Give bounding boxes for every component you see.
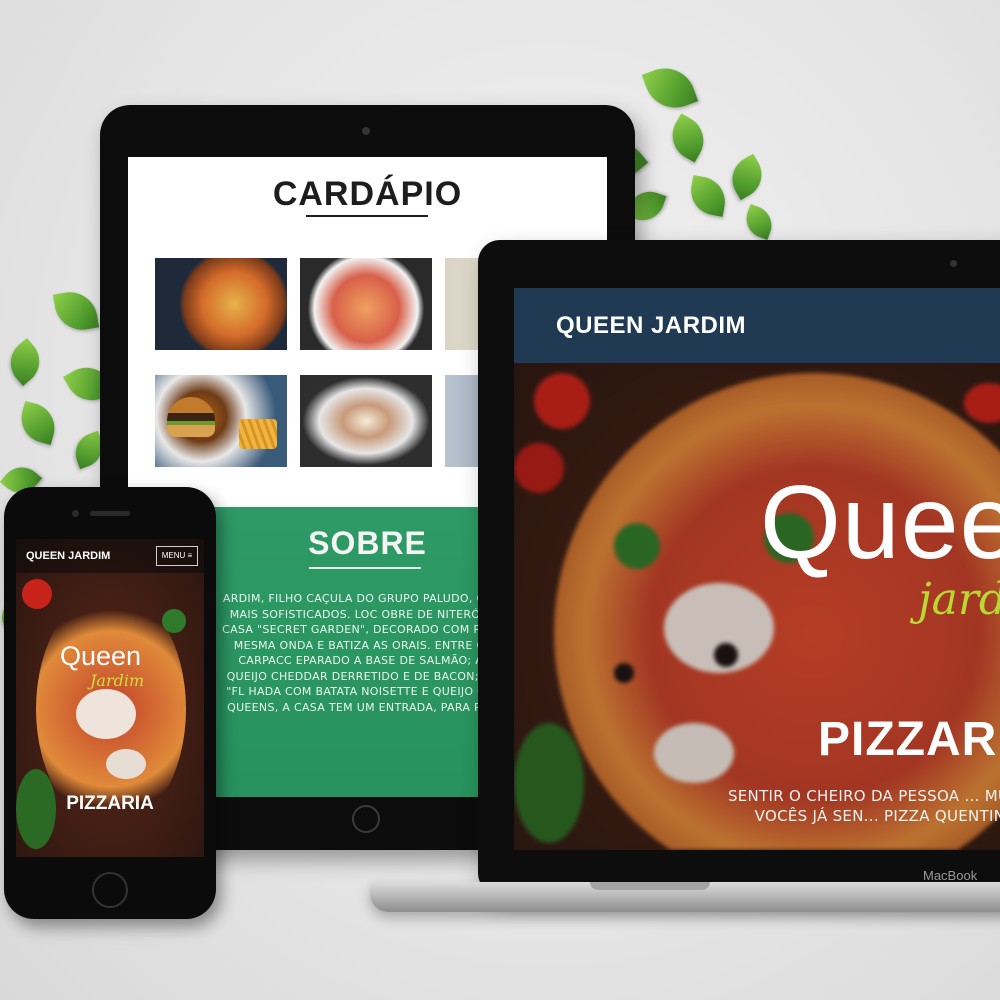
menu-button[interactable]: MENU ≡ — [156, 546, 198, 566]
hero-logo-jardim: jardim — [918, 574, 1000, 625]
leaf-icon — [641, 59, 699, 117]
menu-section-title: CARDÁPIO — [272, 175, 463, 213]
phone-home-button[interactable] — [92, 872, 128, 908]
laptop-brand-label: MacBook — [923, 868, 978, 883]
laptop-device: QUEEN JARDIM Queen jardim PIZZARIA SENTI… — [478, 240, 1000, 895]
leaf-icon — [663, 113, 713, 163]
phone-device: QUEEN JARDIM MENU ≡ Queen Jardim PIZZARI… — [4, 487, 216, 919]
phone-screen: QUEEN JARDIM MENU ≡ Queen Jardim PIZZARI… — [16, 539, 204, 857]
navbar-brand[interactable]: QUEEN JARDIM — [556, 312, 746, 340]
laptop-screen: QUEEN JARDIM Queen jardim PIZZARIA SENTI… — [514, 288, 1000, 850]
fries-image — [239, 419, 277, 449]
hero-logo-queen: Queen — [60, 641, 142, 671]
leaf-icon — [52, 287, 100, 335]
hero-logo-queen: Queen — [760, 465, 1000, 581]
leaf-icon — [687, 175, 729, 217]
tablet-home-button[interactable] — [352, 805, 380, 833]
hero-logo-jardim: Jardim — [90, 671, 145, 690]
menu-item-burger-and-fries[interactable] — [155, 375, 287, 467]
hero-heading: PIZZARIA — [818, 713, 1000, 766]
leaf-icon — [741, 204, 777, 240]
phone-navbar: QUEEN JARDIM MENU ≡ — [16, 539, 204, 573]
speaker-icon — [90, 511, 130, 516]
menu-item-pizza[interactable] — [155, 258, 287, 350]
laptop-notch — [590, 882, 710, 890]
camera-icon — [362, 127, 370, 135]
hero-tagline: SENTIR O CHEIRO DA PESSOA ... MUITO BOM,… — [727, 787, 1000, 825]
about-title-underline — [309, 567, 421, 569]
menu-title-underline — [306, 215, 428, 217]
leaf-icon — [1, 338, 49, 386]
leaf-icon — [15, 400, 61, 446]
camera-icon — [950, 260, 957, 267]
navbar-brand[interactable]: QUEEN JARDIM — [26, 550, 110, 562]
laptop-navbar: QUEEN JARDIM — [514, 288, 1000, 363]
camera-icon — [72, 510, 79, 517]
hero-heading: PIZZARIA — [66, 793, 154, 814]
leaf-icon — [723, 153, 771, 201]
burger-image — [167, 397, 215, 437]
menu-item-rolls[interactable] — [300, 258, 432, 350]
menu-item-cheesecake[interactable] — [300, 375, 432, 467]
